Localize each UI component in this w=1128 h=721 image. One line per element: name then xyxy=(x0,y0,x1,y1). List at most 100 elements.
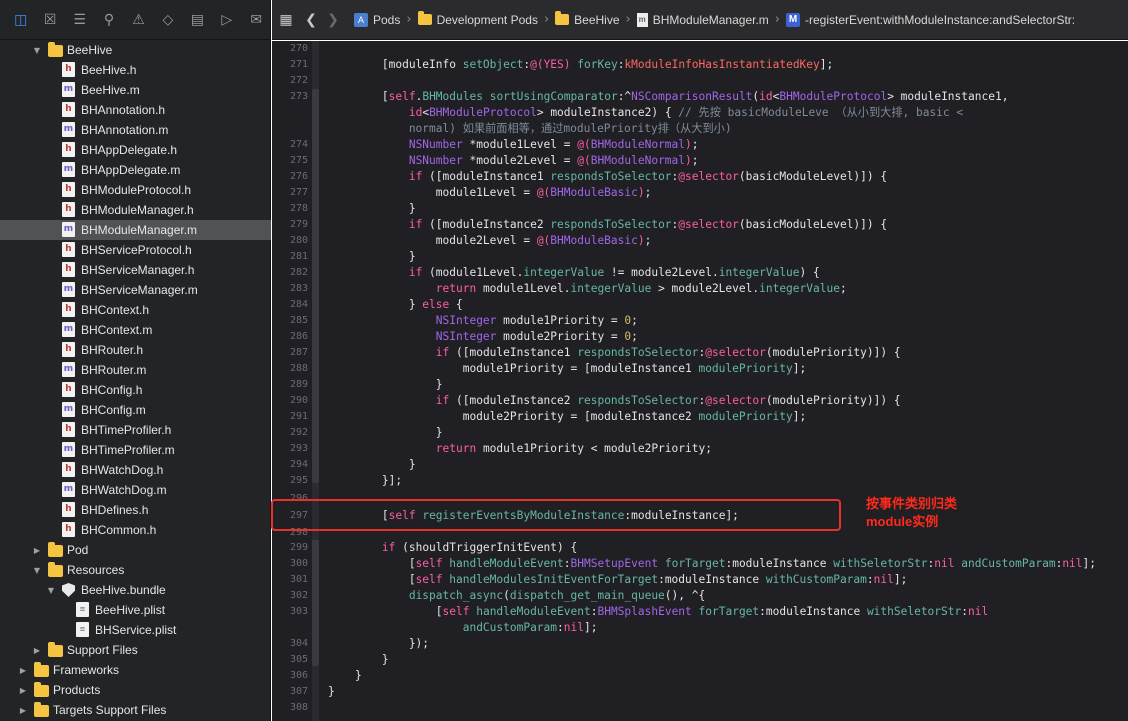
tree-item[interactable]: h BeeHive.h xyxy=(0,60,271,80)
code-line[interactable]: 277 module1Level = @(BHModuleBasic); xyxy=(272,185,1128,201)
tree-item[interactable]: h BHAppDelegate.h xyxy=(0,140,271,160)
warning-icon[interactable]: ⚠ xyxy=(124,0,153,40)
code-line[interactable]: 280 module2Level = @(BHModuleBasic); xyxy=(272,233,1128,249)
code-line[interactable]: 308 xyxy=(272,700,1128,716)
tree-item[interactable]: m BHServiceManager.m xyxy=(0,280,271,300)
tree-item[interactable]: h BHTimeProfiler.h xyxy=(0,420,271,440)
debug-icon[interactable]: ▤ xyxy=(183,0,212,40)
tree-item[interactable]: m BHContext.m xyxy=(0,320,271,340)
search-icon[interactable]: ⚲ xyxy=(94,0,123,40)
code-line[interactable]: 271 [moduleInfo setObject:@(YES) forKey:… xyxy=(272,57,1128,73)
tree-item[interactable]: m BeeHive.m xyxy=(0,80,271,100)
tree-item[interactable]: h BHCommon.h xyxy=(0,520,271,540)
jumpbar-label: BHModuleManager.m xyxy=(652,12,769,27)
code-line[interactable]: 276 if ([moduleInstance1 respondsToSelec… xyxy=(272,169,1128,185)
code-line[interactable]: 306 } xyxy=(272,668,1128,684)
test-icon[interactable]: ◇ xyxy=(153,0,182,40)
tree-item[interactable]: h BHRouter.h xyxy=(0,340,271,360)
tree-item[interactable]: ≡ BHService.plist xyxy=(0,620,271,640)
tree-item[interactable]: ≡ BeeHive.plist xyxy=(0,600,271,620)
breakpoint-icon[interactable]: ▷ xyxy=(212,0,241,40)
code-line[interactable]: id<BHModuleProtocol> moduleInstance2) { … xyxy=(272,105,1128,121)
tree-item[interactable]: m BHConfig.m xyxy=(0,400,271,420)
code-line[interactable]: 289 } xyxy=(272,377,1128,393)
tree-item[interactable]: h BHAnnotation.h xyxy=(0,100,271,120)
report-icon[interactable]: ✉ xyxy=(242,0,271,40)
code-line[interactable]: 275 NSNumber *module2Level = @(BHModuleN… xyxy=(272,153,1128,169)
tree-item[interactable]: ▶ Frameworks xyxy=(0,660,271,680)
grid-icon[interactable]: ▦ xyxy=(272,0,300,40)
source-control-icon[interactable]: ☒ xyxy=(35,0,64,40)
code-line[interactable]: 295 }]; xyxy=(272,473,1128,489)
tree-item[interactable]: h BHConfig.h xyxy=(0,380,271,400)
code-line[interactable]: 288 module1Priority = [moduleInstance1 m… xyxy=(272,361,1128,377)
disclosure-closed-icon[interactable]: ▶ xyxy=(18,706,28,715)
tree-item[interactable]: ▶ Pod xyxy=(0,540,271,560)
code-line[interactable]: 299 if (shouldTriggerInitEvent) { xyxy=(272,540,1128,556)
tree-item[interactable]: h BHWatchDog.h xyxy=(0,460,271,480)
code-line[interactable]: 282 if (module1Level.integerValue != mod… xyxy=(272,265,1128,281)
code-line[interactable]: 291 module2Priority = [moduleInstance2 m… xyxy=(272,409,1128,425)
code-line[interactable]: 305 } xyxy=(272,652,1128,668)
code-line[interactable]: 283 return module1Level.integerValue > m… xyxy=(272,281,1128,297)
disclosure-open-icon[interactable]: ▼ xyxy=(32,566,42,575)
tree-item[interactable]: ▶ Products xyxy=(0,680,271,700)
source-editor[interactable]: 270 271 [moduleInfo setObject:@(YES) forK… xyxy=(272,41,1128,721)
tree-item[interactable]: h BHModuleProtocol.h xyxy=(0,180,271,200)
code-line[interactable]: 292 } xyxy=(272,425,1128,441)
hierarchy-icon[interactable]: ☰ xyxy=(65,0,94,40)
code-line[interactable]: 270 xyxy=(272,41,1128,57)
tree-item[interactable]: h BHServiceProtocol.h xyxy=(0,240,271,260)
tree-item[interactable]: h BHContext.h xyxy=(0,300,271,320)
code-line[interactable]: 272 xyxy=(272,73,1128,89)
code-line[interactable]: 303 [self handleModuleEvent:BHMSplashEve… xyxy=(272,604,1128,620)
code-line[interactable]: 300 [self handleModuleEvent:BHMSetupEven… xyxy=(272,556,1128,572)
code-line[interactable]: 290 if ([moduleInstance2 respondsToSelec… xyxy=(272,393,1128,409)
tree-item[interactable]: m BHWatchDog.m xyxy=(0,480,271,500)
tree-item[interactable]: ▼ BeeHive.bundle xyxy=(0,580,271,600)
tree-item[interactable]: m BHTimeProfiler.m xyxy=(0,440,271,460)
back-arrow-icon[interactable]: ❮ xyxy=(300,0,322,40)
code-line[interactable]: 301 [self handleModulesInitEventForTarge… xyxy=(272,572,1128,588)
disclosure-open-icon[interactable]: ▼ xyxy=(32,46,42,55)
code-line[interactable]: 307} xyxy=(272,684,1128,700)
disclosure-closed-icon[interactable]: ▶ xyxy=(32,646,42,655)
code-line[interactable]: 278 } xyxy=(272,201,1128,217)
jumpbar-project[interactable]: A Pods xyxy=(354,12,400,27)
tree-item[interactable]: ▼ BeeHive xyxy=(0,40,271,60)
tree-item[interactable]: m BHModuleManager.m xyxy=(0,220,271,240)
code-line[interactable]: 273 [self.BHModules sortUsingComparator:… xyxy=(272,89,1128,105)
tree-item[interactable]: h BHDefines.h xyxy=(0,500,271,520)
code-line[interactable]: 304 }); xyxy=(272,636,1128,652)
code-line[interactable]: 286 NSInteger module2Priority = 0; xyxy=(272,329,1128,345)
code-line[interactable]: 281 } xyxy=(272,249,1128,265)
code-line[interactable]: 285 NSInteger module1Priority = 0; xyxy=(272,313,1128,329)
disclosure-open-icon[interactable]: ▼ xyxy=(46,586,56,595)
jumpbar-beehive[interactable]: BeeHive xyxy=(555,11,620,27)
code-line[interactable]: 274 NSNumber *module1Level = @(BHModuleN… xyxy=(272,137,1128,153)
tree-item[interactable]: ▶ Support Files xyxy=(0,640,271,660)
code-line[interactable]: 284 } else { xyxy=(272,297,1128,313)
tree-item[interactable]: h BHServiceManager.h xyxy=(0,260,271,280)
code-line[interactable]: andCustomParam:nil]; xyxy=(272,620,1128,636)
code-line[interactable]: 279 if ([moduleInstance2 respondsToSelec… xyxy=(272,217,1128,233)
tree-item[interactable]: m BHAppDelegate.m xyxy=(0,160,271,180)
jumpbar-method[interactable]: M -registerEvent:withModuleInstance:andSe… xyxy=(785,12,1075,27)
code-line[interactable]: normal) 如果前面相等，通过modulePriority排（从大到小) xyxy=(272,121,1128,137)
code-line[interactable]: 302 dispatch_async(dispatch_get_main_que… xyxy=(272,588,1128,604)
jumpbar-file[interactable]: m BHModuleManager.m xyxy=(636,12,769,27)
code-line[interactable]: 287 if ([moduleInstance1 respondsToSelec… xyxy=(272,345,1128,361)
tree-item[interactable]: m BHRouter.m xyxy=(0,360,271,380)
disclosure-closed-icon[interactable]: ▶ xyxy=(32,546,42,555)
disclosure-closed-icon[interactable]: ▶ xyxy=(18,686,28,695)
tree-item[interactable]: h BHModuleManager.h xyxy=(0,200,271,220)
folder-icon[interactable]: ◫ xyxy=(6,0,35,40)
disclosure-closed-icon[interactable]: ▶ xyxy=(18,666,28,675)
code-line[interactable]: 294 } xyxy=(272,457,1128,473)
tree-item[interactable]: ▼ Resources xyxy=(0,560,271,580)
tree-item[interactable]: ▶ Targets Support Files xyxy=(0,700,271,720)
code-line[interactable]: 293 return module1Priority < module2Prio… xyxy=(272,441,1128,457)
tree-item[interactable]: m BHAnnotation.m xyxy=(0,120,271,140)
forward-arrow-icon[interactable]: ❯ xyxy=(322,0,344,40)
jumpbar-development-pods[interactable]: Development Pods xyxy=(417,11,538,27)
